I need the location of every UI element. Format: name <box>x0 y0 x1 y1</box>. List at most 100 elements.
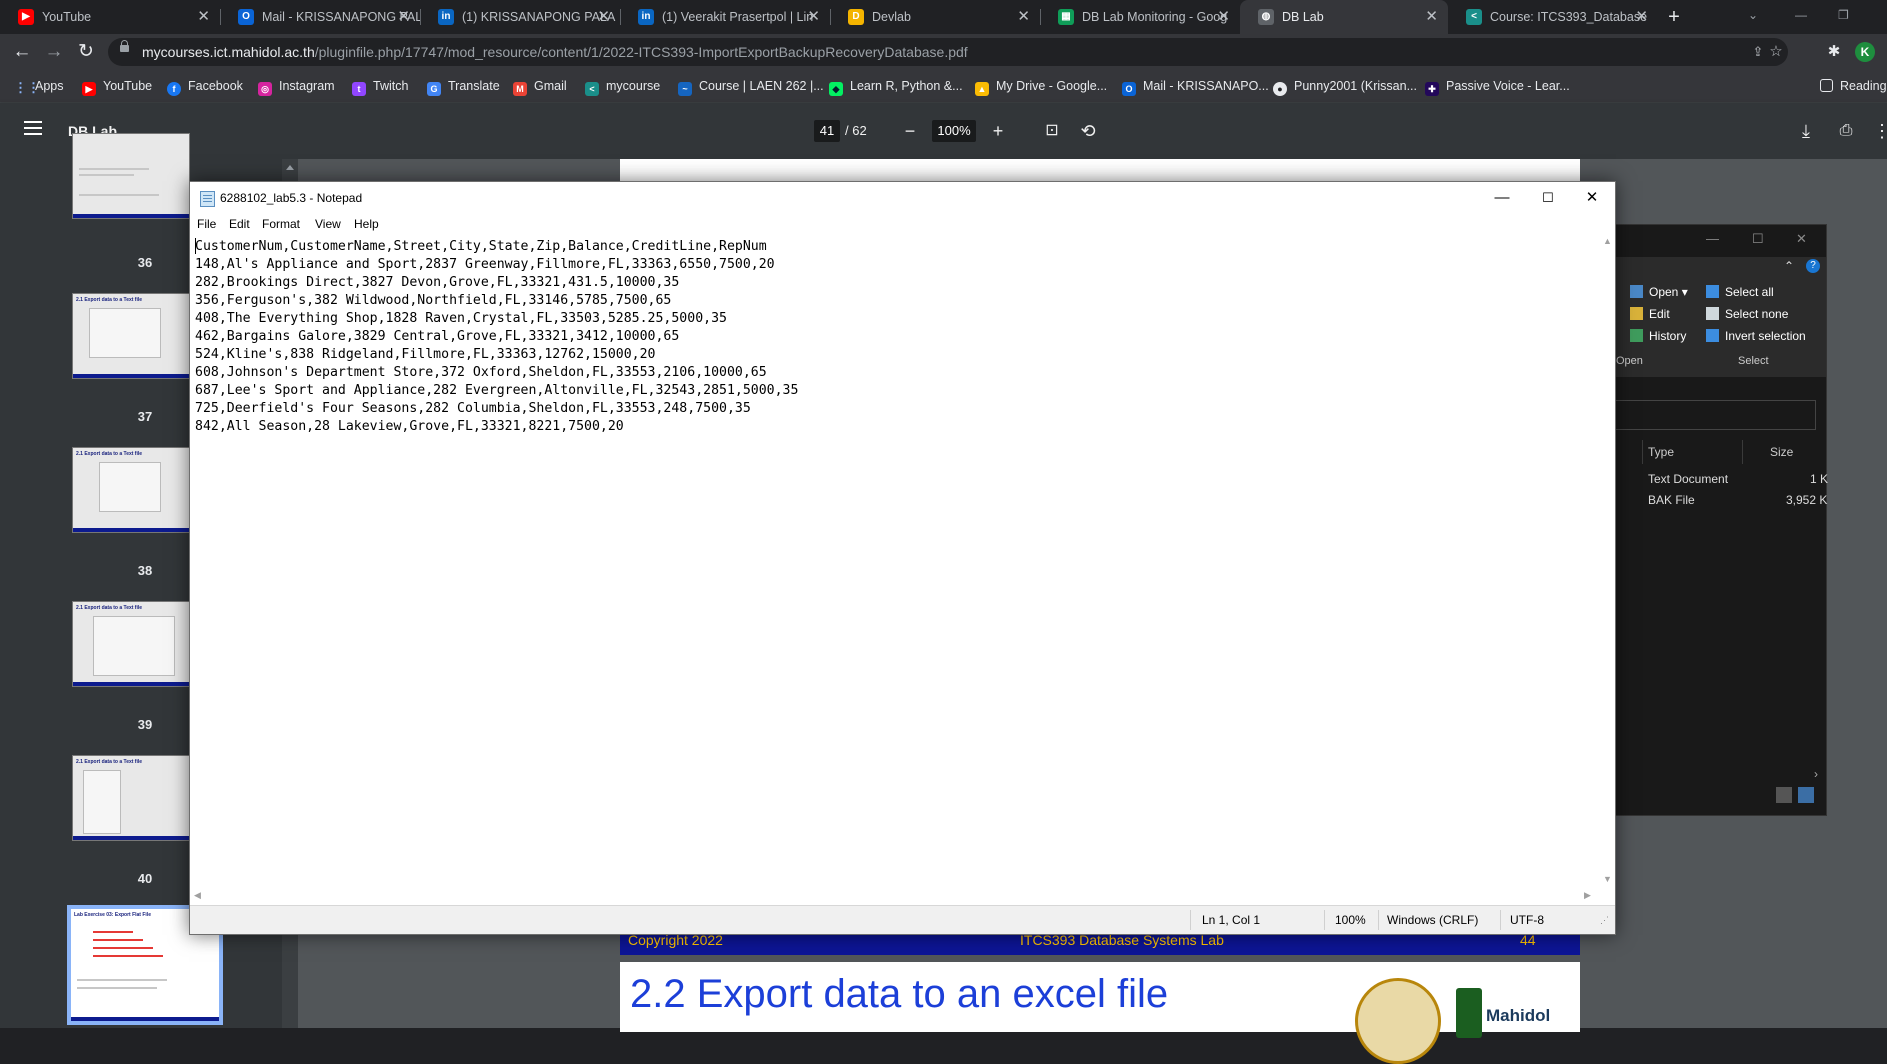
file-row-type[interactable]: BAK File <box>1648 493 1695 507</box>
tab-mail[interactable]: O Mail - KRISSANAPONG PALA ✕ <box>220 0 420 34</box>
close-window-icon[interactable]: ✕ <box>1569 182 1615 214</box>
extensions-icon[interactable]: ✱ <box>1824 42 1844 62</box>
fit-page-icon[interactable]: ⊡ <box>1040 119 1064 143</box>
column-type[interactable]: Type <box>1648 445 1674 459</box>
close-window-icon[interactable]: ✕ <box>1796 231 1807 247</box>
reload-icon[interactable]: ↻ <box>72 34 100 70</box>
maximize-window-icon[interactable]: ☐ <box>1525 182 1571 214</box>
new-tab-button[interactable]: + <box>1660 0 1688 34</box>
print-icon[interactable]: ⎙ <box>1834 119 1858 143</box>
close-tab-icon[interactable]: ✕ <box>807 0 820 34</box>
notepad-content[interactable]: CustomerNum,CustomerName,Street,City,Sta… <box>190 234 1599 436</box>
bookmark-twitch[interactable]: t Twitch <box>352 70 408 102</box>
file-row-type[interactable]: Text Document <box>1648 472 1728 486</box>
invert-selection-button[interactable]: Invert selection <box>1706 329 1806 343</box>
more-actions-icon[interactable]: ⋮ <box>1870 119 1887 143</box>
thumbnail-page-38[interactable]: 2.1 Export data to a Text file <box>72 447 190 533</box>
notepad-text-area[interactable]: CustomerNum,CustomerName,Street,City,Sta… <box>190 234 1599 888</box>
scroll-right-icon[interactable]: ▶ <box>1584 890 1591 901</box>
menu-file[interactable]: File <box>197 214 216 234</box>
history-button[interactable]: History <box>1630 329 1686 343</box>
details-view-icon[interactable] <box>1776 787 1792 803</box>
bookmark-course-laen[interactable]: ~ Course | LAEN 262 |... <box>678 70 824 102</box>
help-icon[interactable]: ? <box>1806 259 1820 273</box>
tab-devlab[interactable]: D Devlab ✕ <box>830 0 1040 34</box>
select-all-button[interactable]: Select all <box>1706 285 1774 299</box>
bookmark-mail[interactable]: O Mail - KRISSANAPO... <box>1122 70 1269 102</box>
tab-title: DB Lab Monitoring - Goog <box>1082 10 1228 24</box>
tab-linkedin-veerakit[interactable]: in (1) Veerakit Prasertpol | Lin ✕ <box>620 0 830 34</box>
close-tab-icon[interactable]: ✕ <box>597 0 610 34</box>
minimize-window-icon[interactable]: — <box>1479 182 1525 214</box>
horizontal-scrollbar[interactable]: ◀ ▶ <box>190 888 1599 905</box>
large-icons-view-icon[interactable] <box>1798 787 1814 803</box>
tab-db-lab-monitoring[interactable]: ▦ DB Lab Monitoring - Goog ✕ <box>1040 0 1240 34</box>
reading-list[interactable]: Reading <box>1820 70 1887 102</box>
page-number-input[interactable]: 41 <box>814 120 840 142</box>
notepad-titlebar[interactable]: 6288102_lab5.3 - Notepad — ☐ ✕ <box>190 182 1615 214</box>
close-tab-icon[interactable]: ✕ <box>1217 0 1230 34</box>
select-none-button[interactable]: Select none <box>1706 307 1788 321</box>
close-tab-icon[interactable]: ✕ <box>1017 0 1030 34</box>
close-tab-icon[interactable]: ✕ <box>197 0 210 34</box>
bookmark-facebook[interactable]: f Facebook <box>167 70 243 102</box>
scroll-up-icon[interactable]: ▲ <box>1603 236 1612 246</box>
profile-avatar[interactable]: K <box>1855 42 1875 62</box>
maximize-window-icon[interactable]: ☐ <box>1752 231 1764 247</box>
restore-window-icon[interactable]: ❐ <box>1838 0 1849 30</box>
scroll-down-icon[interactable]: ▼ <box>1603 874 1612 884</box>
column-size[interactable]: Size <box>1770 445 1793 459</box>
lock-icon[interactable] <box>120 40 129 52</box>
minimize-window-icon[interactable]: — <box>1795 0 1807 30</box>
resize-grip-icon[interactable]: ⋰ <box>1600 906 1609 934</box>
bookmark-star-icon[interactable]: ☆ <box>1766 42 1786 62</box>
menu-format[interactable]: Format <box>262 214 300 234</box>
back-icon[interactable]: ← <box>8 34 36 70</box>
menu-view[interactable]: View <box>315 214 341 234</box>
rotate-icon[interactable]: ⟲ <box>1076 119 1100 143</box>
thumbnail-page-39[interactable]: 2.1 Export data to a Text file <box>72 601 190 687</box>
zoom-out-icon[interactable]: − <box>898 119 922 143</box>
forward-icon[interactable]: → <box>40 34 68 70</box>
menu-icon[interactable] <box>24 121 42 135</box>
minimize-window-icon[interactable]: — <box>1706 231 1719 246</box>
bookmark-apps[interactable]: ⋮⋮Apps <box>14 70 64 102</box>
explorer-search-box[interactable] <box>1606 400 1816 430</box>
zoom-in-icon[interactable]: + <box>986 119 1010 143</box>
download-icon[interactable]: ⤓ <box>1794 119 1818 143</box>
share-icon[interactable]: ⇪ <box>1748 42 1768 62</box>
thumbnail-page-40[interactable]: 2.1 Export data to a Text file <box>72 755 190 841</box>
edit-button[interactable]: Edit <box>1630 307 1670 321</box>
thumbnail-page-37[interactable]: 2.1 Export data to a Text file <box>72 293 190 379</box>
close-tab-icon[interactable]: ✕ <box>1425 0 1438 34</box>
bookmark-youtube[interactable]: ▶ YouTube <box>82 70 152 102</box>
close-tab-icon[interactable]: ✕ <box>1635 0 1648 34</box>
address-bar[interactable]: mycourses.ict.mahidol.ac.th/pluginfile.p… <box>108 38 1788 66</box>
tab-title: DB Lab <box>1282 10 1324 24</box>
tab-search-icon[interactable]: ⌄ <box>1748 0 1758 30</box>
tab-course-itcs393[interactable]: < Course: ITCS393_Database ✕ <box>1448 0 1658 34</box>
bookmark-passive-voice[interactable]: ✚ Passive Voice - Lear... <box>1425 70 1570 102</box>
open-button[interactable]: Open ▾ <box>1630 285 1688 299</box>
tab-youtube[interactable]: ▶ YouTube ✕ <box>0 0 220 34</box>
close-tab-icon[interactable]: ✕ <box>397 0 410 34</box>
menu-edit[interactable]: Edit <box>229 214 250 234</box>
vertical-scrollbar[interactable]: ▲ ▼ <box>1599 234 1615 888</box>
zoom-input[interactable]: 100% <box>932 120 976 142</box>
bookmark-github[interactable]: ● Punny2001 (Krissan... <box>1273 70 1417 102</box>
bookmark-datacamp[interactable]: ◆ Learn R, Python &... <box>829 70 963 102</box>
scroll-right-icon[interactable]: › <box>1814 767 1818 781</box>
bookmark-translate[interactable]: G Translate <box>427 70 500 102</box>
bookmark-mycourse[interactable]: < mycourse <box>585 70 660 102</box>
tab-linkedin-krissanapong[interactable]: in (1) KRISSANAPONG PALA ✕ <box>420 0 620 34</box>
bookmark-google-drive[interactable]: ▲ My Drive - Google... <box>975 70 1107 102</box>
collapse-ribbon-icon[interactable]: ⌃ <box>1784 259 1794 273</box>
bookmark-instagram[interactable]: ◎ Instagram <box>258 70 335 102</box>
menu-help[interactable]: Help <box>354 214 379 234</box>
outlook-icon: O <box>238 9 254 25</box>
linkedin-icon: in <box>638 9 654 25</box>
thumbnail-page-36[interactable] <box>72 133 190 219</box>
bookmark-gmail[interactable]: M Gmail <box>513 70 567 102</box>
scroll-left-icon[interactable]: ◀ <box>194 890 201 901</box>
tab-db-lab[interactable]: ◍ DB Lab ✕ <box>1240 0 1448 34</box>
